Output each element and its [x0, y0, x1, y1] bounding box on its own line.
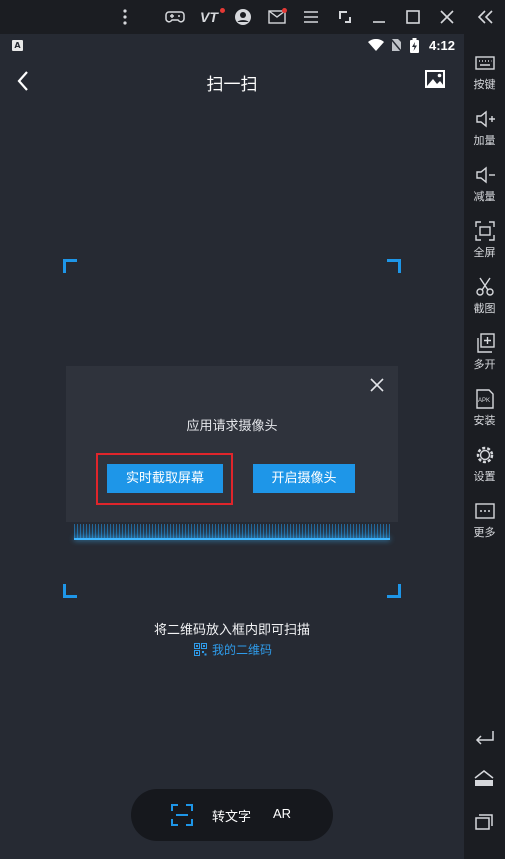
sidebar-item-screenshot[interactable]: 截图 [464, 276, 505, 316]
ar-tab[interactable]: AR [273, 806, 291, 821]
no-sim-icon [390, 38, 402, 52]
camera-request-dialog: 应用请求摄像头 实时截取屏幕 开启摄像头 [66, 366, 398, 522]
volume-down-icon [475, 166, 495, 184]
gamepad-icon[interactable] [164, 6, 186, 28]
qr-code-icon [194, 643, 207, 656]
title-bar: 扫一扫 [0, 58, 464, 106]
mail-icon[interactable] [266, 6, 288, 28]
sidebar-item-volume-down[interactable]: 减量 [464, 164, 505, 204]
sidebar-item-volume-up[interactable]: 加量 [464, 108, 505, 148]
resize-icon[interactable] [334, 6, 356, 28]
notification-dot [282, 8, 287, 13]
scan-frame-corner-top-right [387, 259, 401, 273]
emulator-sidebar: 按键 加量 减量 全屏 截图 多开 APK 安装 设置 更多 [464, 34, 505, 859]
scan-line [74, 524, 390, 540]
status-bar: A 4:12 [0, 34, 464, 58]
capture-screen-button[interactable]: 实时截取屏幕 [107, 464, 223, 493]
apk-icon: APK [475, 389, 494, 409]
maximize-icon[interactable] [402, 6, 424, 28]
scissors-icon [475, 277, 494, 296]
open-camera-button[interactable]: 开启摄像头 [253, 464, 355, 493]
sidebar-item-keys[interactable]: 按键 [464, 52, 505, 92]
fullscreen-icon [474, 221, 495, 241]
dialog-message: 应用请求摄像头 [186, 419, 278, 434]
avatar-icon[interactable] [232, 6, 254, 28]
scan-mode-icon[interactable] [171, 804, 193, 826]
emulator-toolbar: VT [0, 0, 505, 34]
battery-icon [410, 38, 419, 53]
collapse-icon[interactable] [474, 6, 496, 28]
sidebar-label-fullscreen: 全屏 [473, 246, 496, 259]
sidebar-label-volume-up: 加量 [473, 134, 496, 147]
sidebar-label-more: 更多 [473, 526, 496, 539]
vt-icon[interactable]: VT [196, 6, 225, 28]
sidebar-label-volume-down: 减量 [473, 190, 496, 203]
recents-nav-icon[interactable] [473, 810, 495, 832]
my-qr-code-label: 我的二维码 [212, 643, 273, 657]
notification-dot [220, 8, 225, 13]
close-icon[interactable] [436, 6, 458, 28]
keyboard-icon [474, 56, 495, 70]
sidebar-label-keys: 按键 [473, 78, 496, 91]
back-nav-icon[interactable] [473, 724, 495, 746]
dialog-close-icon[interactable] [368, 376, 386, 394]
volume-up-icon [475, 110, 495, 128]
to-text-tab[interactable]: 转文字 [212, 806, 251, 825]
sidebar-label-multi-instance: 多开 [473, 358, 496, 371]
vt-label: VT [200, 9, 218, 25]
gear-icon [476, 446, 493, 464]
my-qr-code-link[interactable]: 我的二维码 [194, 641, 272, 658]
phone-screen: A 4:12 扫一扫 应用请求摄像头 实时截取屏幕 开启摄像头 将二维码放入框内… [0, 34, 464, 859]
sidebar-item-settings[interactable]: 设置 [464, 444, 505, 484]
emulator-window: VT A 4:12 扫一扫 应用请求摄像头 实时截取屏幕 开启摄像头 将二维码放… [0, 0, 505, 859]
bottom-mode-bar: 转文字 AR [131, 789, 333, 841]
minimize-icon[interactable] [368, 6, 390, 28]
sidebar-label-install: 安装 [473, 414, 496, 427]
scan-frame-corner-bottom-left [63, 584, 77, 598]
sidebar-label-screenshot: 截图 [473, 302, 496, 315]
wifi-icon [368, 39, 384, 51]
gallery-icon[interactable] [425, 70, 445, 90]
scan-hint: 将二维码放入框内即可扫描 [153, 623, 310, 638]
page-title: 扫一扫 [206, 75, 258, 95]
app-notification-icon: A [12, 40, 23, 51]
home-nav-icon[interactable] [473, 767, 495, 789]
sidebar-item-install[interactable]: APK 安装 [464, 388, 505, 428]
more-vert-icon[interactable] [114, 6, 136, 28]
sidebar-item-more[interactable]: 更多 [464, 500, 505, 540]
more-icon [474, 503, 495, 519]
status-time: 4:12 [428, 38, 455, 53]
multi-instance-icon [476, 333, 495, 353]
sidebar-label-settings: 设置 [473, 470, 496, 483]
menu-icon[interactable] [300, 6, 322, 28]
scan-frame-corner-top-left [63, 259, 77, 273]
scan-frame-corner-bottom-right [387, 584, 401, 598]
sidebar-item-multi-instance[interactable]: 多开 [464, 332, 505, 372]
apk-badge-text: APK [478, 398, 490, 404]
sidebar-item-fullscreen[interactable]: 全屏 [464, 220, 505, 260]
